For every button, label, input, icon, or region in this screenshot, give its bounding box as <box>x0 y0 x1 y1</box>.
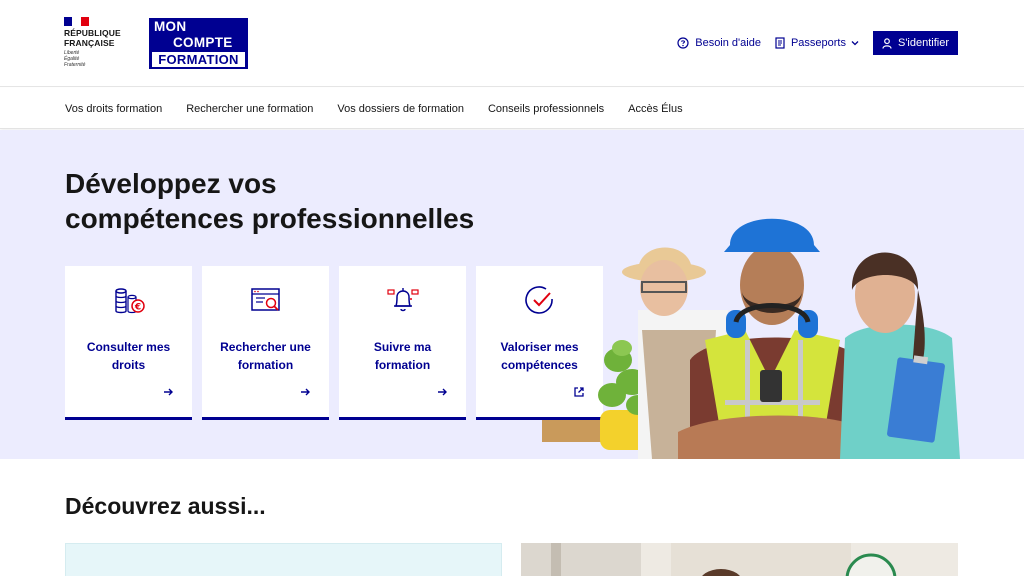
republic-motto: Liberté Égalité Fraternité <box>64 50 144 68</box>
brand-line-1: MON <box>154 19 187 34</box>
card-label: Suivre ma formation <box>373 340 432 372</box>
discover-section-title: Découvrez aussi... <box>65 493 266 519</box>
hero-section: Développez vos compétences professionnel… <box>0 130 1024 459</box>
passports-label: Passeports <box>790 37 846 49</box>
svg-text:€: € <box>134 303 141 313</box>
brand-line-3: FORMATION <box>152 52 245 67</box>
brand-line-2: COMPTE <box>173 35 233 50</box>
discover-card-2-image <box>521 543 897 576</box>
hero-title-line-2: compétences professionnelles <box>65 203 475 234</box>
discover-card-2[interactable] <box>521 543 958 576</box>
nav-item-rechercher-formation[interactable]: Rechercher une formation <box>186 103 313 115</box>
discover-card-1[interactable] <box>65 543 502 576</box>
nav-item-dossiers-formation[interactable]: Vos dossiers de formation <box>337 103 464 115</box>
login-button[interactable]: S'identifier <box>872 31 958 55</box>
french-flag-icon <box>64 17 89 26</box>
republic-name: RÉPUBLIQUE FRANÇAISE <box>64 28 144 48</box>
user-icon <box>882 37 892 49</box>
help-link-label: Besoin d'aide <box>695 37 761 49</box>
question-circle-icon <box>677 37 689 49</box>
site-header: RÉPUBLIQUE FRANÇAISE Liberté Égalité Fra… <box>0 0 1024 87</box>
mon-compte-formation-logo[interactable]: MON COMPTE FORMATION <box>149 18 248 69</box>
coins-euro-icon: € <box>115 288 145 314</box>
nav-item-conseils-professionnels[interactable]: Conseils professionnels <box>488 103 604 115</box>
motto-fraternite: Fraternité <box>64 62 86 68</box>
hero-title-line-1: Développez vos <box>65 168 277 199</box>
card-consulter-droits[interactable]: € Consulter mes droits <box>65 266 192 420</box>
search-screen-icon <box>251 288 280 311</box>
workers-illustration <box>542 218 960 459</box>
quick-access-cards: € Consulter mes droits Rechercher une fo… <box>65 266 613 420</box>
login-button-label: S'identifier <box>897 37 949 49</box>
nav-item-acces-elus[interactable]: Accès Élus <box>628 103 682 115</box>
card-rechercher-formation[interactable]: Rechercher une formation <box>202 266 329 420</box>
document-icon <box>775 37 785 49</box>
republique-francaise-logo[interactable]: RÉPUBLIQUE FRANÇAISE Liberté Égalité Fra… <box>64 17 144 68</box>
card-label: Consulter mes droits <box>86 340 171 372</box>
bell-notification-icon <box>387 288 419 312</box>
card-suivre-formation[interactable]: Suivre ma formation <box>339 266 466 420</box>
arrow-right-icon <box>438 388 447 396</box>
republic-line-2: FRANÇAISE <box>64 37 115 48</box>
card-label: Rechercher une formation <box>220 340 311 372</box>
arrow-right-icon <box>164 388 173 396</box>
passports-menu[interactable]: Passeports <box>775 37 859 49</box>
main-navigation: Vos droits formation Rechercher une form… <box>0 88 1024 129</box>
nav-item-droits-formation[interactable]: Vos droits formation <box>65 103 162 115</box>
header-tools: Besoin d'aide Passeports S'identifier <box>677 31 958 55</box>
arrow-right-icon <box>301 388 310 396</box>
hero-title: Développez vos compétences professionnel… <box>65 166 474 236</box>
chevron-down-icon <box>851 41 859 46</box>
help-link[interactable]: Besoin d'aide <box>677 37 761 49</box>
